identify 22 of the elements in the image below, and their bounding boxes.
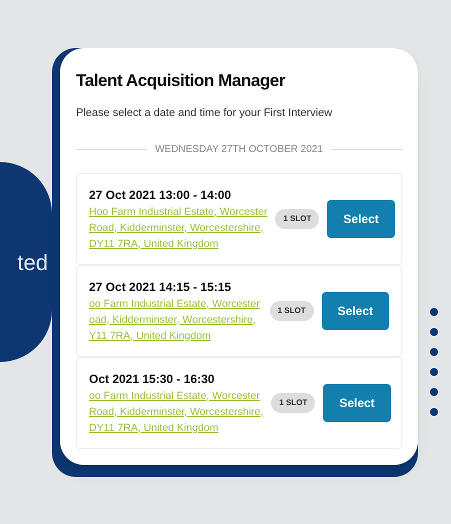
circle-text: ted [17, 248, 48, 276]
slot-badge: 1 SLOT [271, 392, 316, 412]
slot-time: 27 Oct 2021 13:00 - 14:00 [89, 186, 232, 204]
address-link[interactable]: Hoo Farm Industrial Estate, Worcester [89, 204, 268, 220]
slot-time: 27 Oct 2021 14:15 - 15:15 [89, 278, 232, 296]
slot-time: Oct 2021 15:30 - 16:30 [89, 370, 216, 388]
slot-badge: 1 SLOT [275, 208, 320, 228]
select-button[interactable]: Select [323, 384, 391, 422]
select-button[interactable]: Select [322, 292, 389, 330]
address-link[interactable]: oo Farm Industrial Estate, Worcester [89, 388, 264, 404]
address-link[interactable]: oad, Kidderminster, Worcestershire, [89, 312, 262, 328]
date-heading: WEDNESDAY 27TH OCTOBER 2021 [155, 142, 323, 156]
card-subtitle: Please select a date and time for your First Interview [76, 106, 334, 121]
select-button[interactable]: Select [327, 200, 395, 238]
address-link[interactable]: DY11 7RA, United Kingdom [89, 420, 264, 436]
card-title: Talent Acquisition Manager [76, 70, 286, 92]
address-link[interactable]: DY11 7RA, United Kingdom [89, 236, 268, 252]
address-link[interactable]: Y11 7RA, United Kingdom [89, 328, 262, 344]
address-link[interactable]: Road, Kidderminster, Worcestershire, [89, 404, 264, 420]
address-link[interactable]: oo Farm Industrial Estate, Worcester [89, 296, 262, 312]
address-link[interactable]: Road, Kidderminster, Worcestershire, [89, 220, 268, 236]
slot-badge: 1 SLOT [270, 300, 314, 320]
